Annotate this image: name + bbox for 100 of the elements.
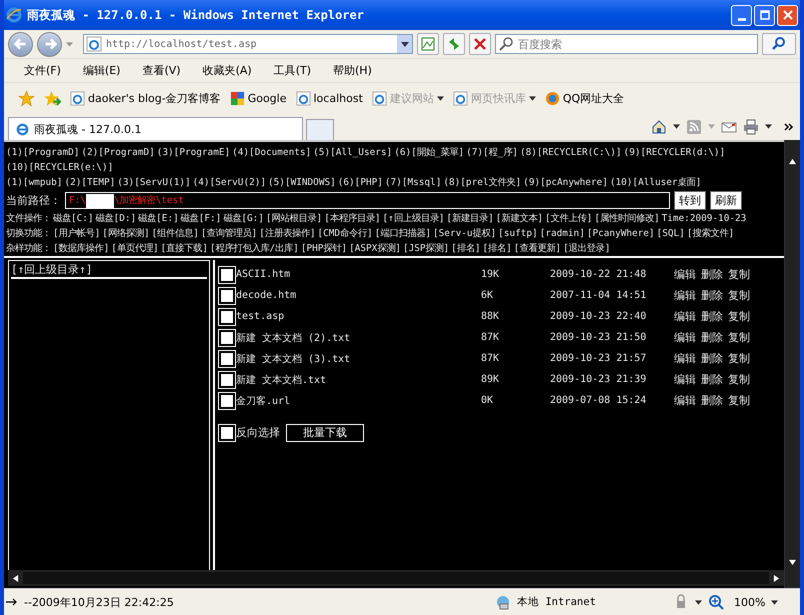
folder-link[interactable]: (3)[ProgramE]	[156, 145, 230, 160]
function-link[interactable]: [程序打包入库/出库]	[210, 241, 299, 256]
function-link[interactable]: [CMD命令行]	[317, 226, 373, 241]
folder-link[interactable]: (3)[ServU(1)]	[117, 175, 191, 190]
folder-link[interactable]: (5)[WINDOWS]	[268, 175, 336, 190]
scroll-right-icon[interactable]	[773, 574, 780, 582]
favorite-link[interactable]: localhost	[296, 90, 363, 106]
file-action-link[interactable]: 删除	[701, 309, 723, 324]
file-action-link[interactable]: 删除	[701, 372, 723, 387]
folder-link[interactable]: (9)[RECYCLER(d:\)]	[624, 145, 726, 160]
maximize-button[interactable]	[754, 4, 775, 26]
file-action-link[interactable]: 复制	[728, 330, 750, 345]
folder-link[interactable]: (9)[pcAnywhere]	[523, 175, 608, 190]
file-action-link[interactable]: 编辑	[674, 267, 696, 282]
file-checkbox[interactable]	[219, 308, 235, 324]
function-link[interactable]: 磁盘[G:]	[223, 211, 264, 226]
function-link[interactable]: [↑回上级目录]	[382, 211, 444, 226]
menu-item[interactable]: 查看(V)	[142, 63, 181, 78]
file-action-link[interactable]: 删除	[701, 330, 723, 345]
zoom-level[interactable]: 100%	[734, 596, 766, 608]
function-link[interactable]: [组件信息]	[152, 226, 199, 241]
folder-link[interactable]: (4)[ServU(2)]	[192, 175, 266, 190]
function-link[interactable]: [数据库操作]	[53, 241, 110, 256]
function-link[interactable]: [排名]	[451, 241, 480, 256]
favorite-link[interactable]: Google	[230, 90, 286, 106]
path-field[interactable]: F:\ \加密解密\test	[65, 192, 670, 209]
file-action-link[interactable]: 复制	[728, 351, 750, 366]
folder-link[interactable]: (6)[開始_菜單]	[394, 145, 464, 160]
back-button[interactable]	[8, 32, 33, 56]
forward-button[interactable]	[37, 32, 62, 56]
refresh-button[interactable]	[443, 33, 465, 55]
file-checkbox[interactable]	[219, 392, 235, 408]
printer-icon[interactable]	[743, 118, 759, 134]
folder-link[interactable]: (10)[RECYCLER(e:\)]	[6, 160, 114, 175]
file-action-link[interactable]: 复制	[728, 288, 750, 303]
menu-item[interactable]: 帮助(H)	[333, 63, 372, 78]
file-action-link[interactable]: 编辑	[674, 330, 696, 345]
scroll-up-icon[interactable]	[789, 158, 796, 165]
function-link[interactable]: [SQL]	[656, 226, 685, 241]
file-action-link[interactable]: 删除	[701, 393, 723, 408]
function-link[interactable]: [新建文本]	[496, 211, 544, 226]
home-icon[interactable]	[651, 118, 667, 134]
function-link[interactable]: [PHP探针]	[300, 241, 348, 256]
menu-item[interactable]: 文件(F)	[24, 63, 61, 78]
function-link[interactable]: [本程序目录]	[324, 211, 380, 226]
folder-link[interactable]: (8)[RECYCLER(C:\)]	[520, 145, 622, 160]
minimize-button[interactable]	[731, 4, 752, 26]
file-name[interactable]: 金刀客.url	[236, 394, 481, 408]
function-link[interactable]: [查看更新]	[514, 241, 562, 256]
function-link[interactable]: [单页代理]	[111, 241, 159, 256]
file-action-link[interactable]: 编辑	[674, 288, 696, 303]
file-checkbox[interactable]	[219, 350, 235, 366]
function-link[interactable]: 磁盘[F:]	[180, 211, 222, 226]
folder-link[interactable]: (7)[Mssql]	[384, 175, 442, 190]
caret-icon[interactable]	[771, 600, 778, 604]
favorites-star-icon[interactable]	[18, 90, 35, 106]
file-name[interactable]: decode.htm	[236, 290, 481, 301]
file-action-link[interactable]: 编辑	[674, 372, 696, 387]
function-link[interactable]: 磁盘[E:]	[138, 211, 179, 226]
file-name[interactable]: 新建 文本文档 (3).txt	[236, 352, 481, 366]
function-link[interactable]: [Serv-u提权]	[433, 226, 496, 241]
zoom-icon[interactable]	[708, 594, 724, 610]
function-link[interactable]: [端口扫描器]	[374, 226, 432, 241]
file-action-link[interactable]: 复制	[728, 267, 750, 282]
file-action-link[interactable]: 复制	[728, 372, 750, 387]
favorite-link[interactable]: QQ网址大全	[544, 90, 624, 106]
file-action-link[interactable]: 复制	[728, 309, 750, 324]
file-checkbox[interactable]	[219, 288, 235, 304]
path-button[interactable]: 刷新	[710, 191, 742, 210]
function-link[interactable]: [文件上传]	[545, 211, 592, 226]
invert-checkbox[interactable]	[219, 424, 235, 440]
add-favorite-icon[interactable]	[44, 90, 61, 106]
function-link[interactable]: [JSP探测]	[402, 241, 450, 256]
path-button[interactable]: 转到	[674, 191, 706, 210]
stop-button[interactable]	[469, 33, 491, 55]
function-link[interactable]: [注册表操作]	[259, 226, 316, 241]
dropdown-button[interactable]	[397, 35, 412, 53]
function-link[interactable]: [搜索文件]	[686, 226, 734, 241]
vertical-scrollbar[interactable]	[784, 140, 800, 588]
function-link[interactable]: [radmin]	[540, 226, 585, 241]
function-link[interactable]: [ASPX探测]	[349, 241, 401, 256]
file-name[interactable]: 新建 文本文档.txt	[236, 372, 481, 386]
function-link[interactable]: [排名]	[482, 241, 512, 256]
function-link[interactable]: [直接下载]	[160, 241, 208, 256]
file-action-link[interactable]: 删除	[701, 351, 723, 366]
parent-folder-link[interactable]: [↑回上级目录↑]	[11, 262, 207, 279]
function-link[interactable]: [网络探测]	[102, 226, 150, 241]
folder-link[interactable]: (8)[prel文件夹]	[443, 175, 522, 190]
folder-link[interactable]: (7)[程_序]	[466, 145, 518, 160]
file-action-link[interactable]: 删除	[701, 267, 723, 282]
horizontal-scrollbar[interactable]	[8, 570, 784, 586]
caret-icon[interactable]	[673, 124, 680, 129]
folder-link[interactable]: (5)[All_Users]	[313, 145, 392, 160]
caret-icon[interactable]	[695, 600, 702, 604]
file-action-link[interactable]: 复制	[728, 393, 750, 408]
scroll-down-icon[interactable]	[789, 559, 796, 566]
file-checkbox[interactable]	[219, 330, 235, 346]
menu-item[interactable]: 工具(T)	[274, 63, 311, 78]
function-link[interactable]: [属性时间修改]	[594, 211, 660, 226]
menu-item[interactable]: 收藏夹(A)	[202, 63, 252, 78]
